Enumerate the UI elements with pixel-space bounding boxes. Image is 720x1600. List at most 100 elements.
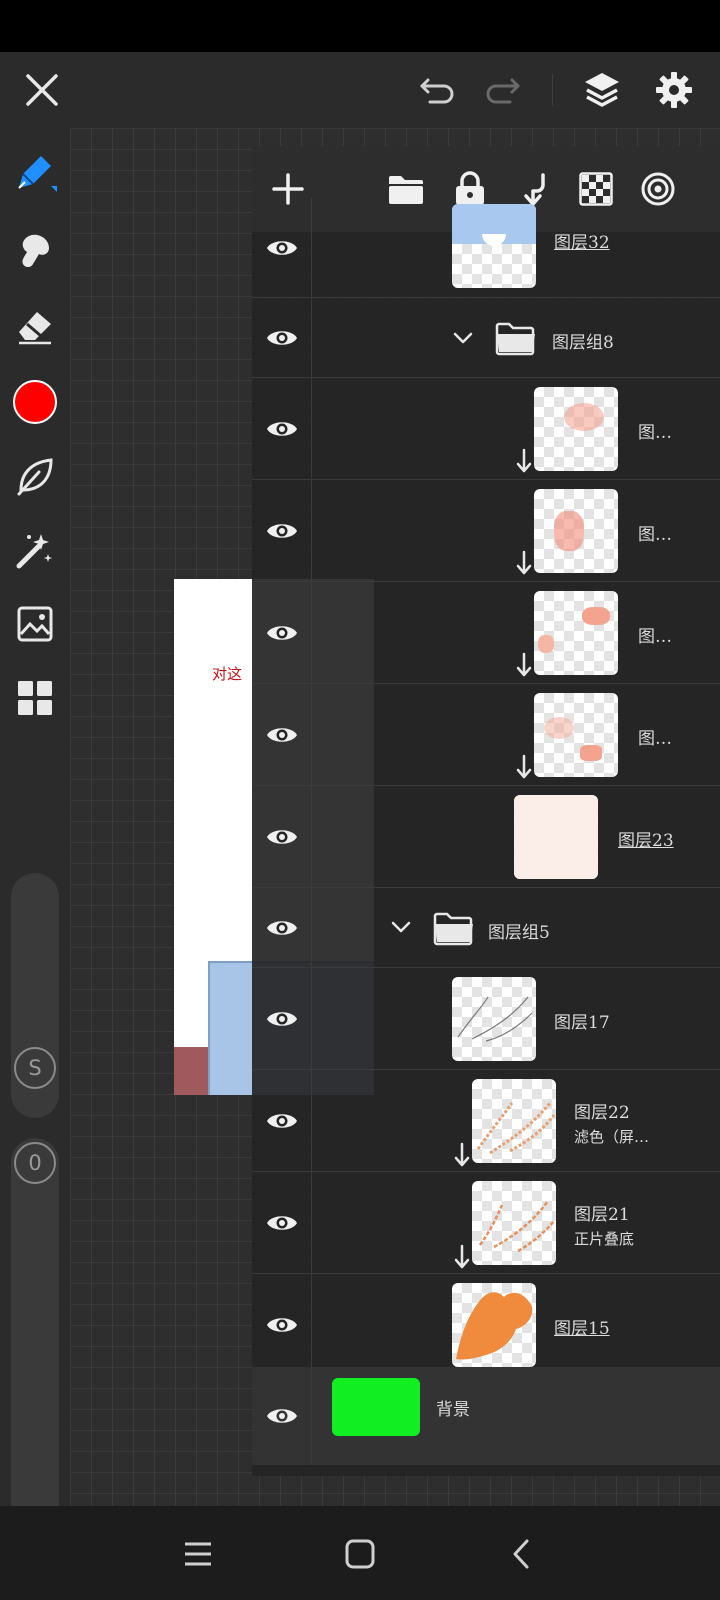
brush-size-slider[interactable]: S: [11, 873, 59, 1118]
pen-tool[interactable]: [11, 150, 59, 198]
clipping-arrow-icon: [454, 1244, 470, 1269]
eye-icon: [266, 240, 297, 255]
color-swatch[interactable]: [13, 380, 57, 424]
visibility-toggle[interactable]: [252, 1070, 312, 1171]
layer-row[interactable]: 图…: [252, 480, 720, 582]
clipping-arrow-icon: [516, 550, 532, 575]
eraser-tool[interactable]: [11, 302, 59, 350]
back-icon: [513, 1539, 529, 1569]
layer-thumbnail: [534, 693, 618, 777]
status-bar: [0, 0, 720, 52]
layer-thumbnail: [472, 1181, 556, 1265]
layer-name: 图…: [638, 525, 672, 545]
leaf-tool[interactable]: [11, 452, 59, 500]
layer-thumbnail: [452, 977, 536, 1061]
visibility-toggle[interactable]: [252, 968, 312, 1069]
layer-name: 图…: [638, 729, 672, 749]
visibility-toggle[interactable]: [252, 198, 312, 297]
redo-icon: [486, 78, 520, 104]
close-icon: [26, 74, 58, 106]
layer-thumbnail: [514, 795, 598, 879]
layer-group-row[interactable]: 图层组5: [252, 888, 720, 968]
layers-icon: [585, 73, 619, 107]
undo-icon: [420, 78, 454, 104]
layer-row[interactable]: 图层17: [252, 968, 720, 1070]
gear-icon: [656, 72, 692, 108]
background-layer-row[interactable]: 背景: [252, 1367, 720, 1465]
home-button[interactable]: [332, 1526, 388, 1582]
layer-row[interactable]: 图…: [252, 378, 720, 480]
folder-icon: [433, 912, 473, 946]
layer-row[interactable]: 图…: [252, 582, 720, 684]
recent-apps-button[interactable]: [170, 1526, 226, 1582]
layers-button[interactable]: [576, 64, 628, 116]
blend-mode-label: 滤色（屏…: [574, 1128, 650, 1146]
layer-thumbnail: [472, 1079, 556, 1163]
eye-icon: [266, 1215, 297, 1230]
artwork-red-shape: [174, 1047, 208, 1095]
home-icon: [345, 1539, 375, 1569]
eye-icon: [266, 920, 297, 935]
folder-icon: [495, 322, 535, 356]
layer-row[interactable]: 图…: [252, 684, 720, 786]
brush-opacity-slider[interactable]: 0: [11, 1138, 59, 1538]
eye-icon: [266, 829, 297, 844]
visibility-toggle[interactable]: [252, 480, 312, 581]
redo-button[interactable]: [476, 64, 528, 116]
smudge-icon: [22, 234, 49, 267]
background-layer-name: 背景: [436, 1400, 470, 1420]
layer-name: 图层22: [574, 1103, 630, 1123]
grid-icon: [18, 681, 52, 715]
visibility-toggle[interactable]: [252, 298, 312, 377]
layer-thumbnail: [452, 204, 536, 288]
eye-icon: [266, 1113, 297, 1128]
settings-button[interactable]: [648, 64, 700, 116]
layer-panel: 图层32 图层组8 图… 图… 图… 图… 图层23 图层组5 图层17 图层2…: [252, 146, 720, 1476]
tool-sidebar: S 0: [0, 128, 70, 1538]
eye-icon: [266, 1409, 297, 1423]
visibility-toggle[interactable]: [252, 786, 312, 887]
size-slider-knob[interactable]: S: [14, 1047, 56, 1089]
undo-button[interactable]: [412, 64, 464, 116]
layer-row[interactable]: 图层22 滤色（屏…: [252, 1070, 720, 1172]
eraser-icon: [19, 312, 51, 345]
layer-thumbnail: [534, 387, 618, 471]
visibility-toggle[interactable]: [252, 1172, 312, 1273]
visibility-toggle[interactable]: [252, 684, 312, 785]
top-bar: [0, 52, 720, 128]
layer-list[interactable]: 图层32 图层组8 图… 图… 图… 图… 图层23 图层组5 图层17 图层2…: [252, 198, 720, 1476]
smudge-tool[interactable]: [11, 226, 59, 274]
eye-icon: [266, 1011, 297, 1026]
toolbar-divider: [552, 74, 553, 106]
layer-group-name: 图层组5: [488, 923, 550, 943]
visibility-toggle[interactable]: [252, 582, 312, 683]
grid-tool[interactable]: [11, 674, 59, 722]
image-tool[interactable]: [11, 600, 59, 648]
chevron-down-icon[interactable]: [450, 325, 476, 351]
eye-icon: [266, 523, 297, 538]
layer-row[interactable]: 图层32: [252, 198, 720, 298]
visibility-toggle[interactable]: [252, 1367, 312, 1465]
layer-name: 图层32: [554, 233, 610, 253]
eye-icon: [266, 1317, 297, 1332]
layer-row[interactable]: 图层21 正片叠底: [252, 1172, 720, 1274]
opacity-slider-knob[interactable]: 0: [14, 1142, 56, 1184]
back-button[interactable]: [494, 1526, 550, 1582]
close-button[interactable]: [16, 64, 68, 116]
visibility-toggle[interactable]: [252, 888, 312, 967]
visibility-toggle[interactable]: [252, 378, 312, 479]
clipping-arrow-icon: [516, 448, 532, 473]
menu-icon: [185, 1542, 211, 1566]
layer-row[interactable]: 图层15: [252, 1274, 720, 1376]
layer-row[interactable]: 图层23: [252, 786, 720, 888]
background-color-swatch[interactable]: [332, 1378, 420, 1436]
eye-icon: [266, 421, 297, 436]
clipping-arrow-icon: [454, 1142, 470, 1167]
layer-name: 图层21: [574, 1205, 630, 1225]
magic-wand-tool[interactable]: [11, 526, 59, 574]
layer-group-row[interactable]: 图层组8: [252, 298, 720, 378]
chevron-down-icon[interactable]: [388, 914, 414, 940]
visibility-toggle[interactable]: [252, 1274, 312, 1375]
image-icon: [17, 606, 53, 642]
layer-thumbnail: [534, 591, 618, 675]
